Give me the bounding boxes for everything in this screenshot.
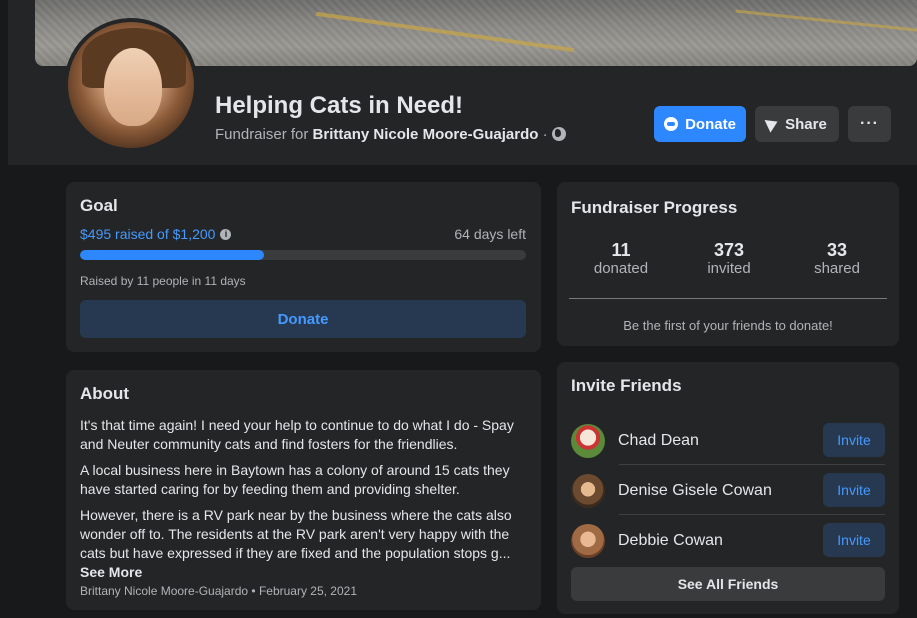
friend-row: Denise Gisele Cowan Invite [571, 472, 885, 516]
stat-value: 33 [826, 240, 848, 260]
organizer-avatar[interactable] [64, 18, 198, 152]
donate-icon [664, 117, 679, 131]
days-left: 64 days left [454, 226, 526, 242]
progress-note: Be the first of your friends to donate! [623, 318, 833, 333]
share-button[interactable]: Share [755, 106, 839, 142]
row-divider [619, 464, 885, 465]
about-text: It's that time again! I need your help t… [80, 416, 530, 589]
about-card: About It's that time again! I need your … [66, 370, 541, 610]
organizer-link[interactable]: Brittany Nicole Moore-Guajardo [313, 126, 539, 143]
fundraiser-subtitle: Fundraiser for Brittany Nicole Moore-Gua… [215, 126, 566, 143]
progress-card: Fundraiser Progress 11 donated 373 invit… [557, 182, 899, 346]
info-icon[interactable]: i [220, 228, 232, 240]
friend-avatar[interactable] [571, 424, 605, 458]
stat-value: 11 [611, 240, 631, 260]
about-meta: Brittany Nicole Moore-Guajardo • Februar… [80, 584, 358, 598]
goal-heading: Goal [80, 196, 118, 215]
raised-by-text: Raised by 11 people in 11 days [80, 274, 246, 288]
friend-name[interactable]: Debbie Cowan [618, 532, 723, 550]
about-paragraph: A local business here in Baytown has a c… [80, 462, 510, 497]
stat-value: 373 [713, 240, 745, 260]
stat-label: donated [593, 260, 649, 277]
share-arrow-icon [764, 115, 781, 133]
goal-donate-button[interactable]: Donate [80, 300, 526, 338]
raised-text: $495 raised of $1,200 [80, 226, 216, 242]
donate-button-label: Donate [685, 115, 736, 133]
progress-divider [569, 298, 887, 299]
stat-label: invited [707, 260, 751, 277]
progress-stats: 11 donated 373 invited 33 shared [571, 240, 887, 278]
about-heading: About [80, 384, 130, 403]
friend-row: Chad Dean Invite [571, 422, 885, 466]
invite-button[interactable]: Invite [823, 473, 885, 507]
raised-amount: $495 raised of $1,200 i [80, 226, 232, 242]
invite-button[interactable]: Invite [823, 523, 885, 557]
goal-progress-fill [80, 250, 264, 260]
more-options-button[interactable]: ··· [848, 106, 891, 142]
friend-row: Debbie Cowan Invite [571, 522, 885, 566]
invite-button[interactable]: Invite [823, 423, 885, 457]
see-all-friends-button[interactable]: See All Friends [571, 567, 885, 601]
subtitle-prefix: Fundraiser for [215, 126, 309, 143]
progress-heading: Fundraiser Progress [571, 198, 738, 217]
invite-friends-card: Invite Friends Chad Dean Invite Denise G… [557, 362, 899, 614]
subtitle-separator: · [542, 126, 548, 143]
friend-avatar[interactable] [571, 474, 605, 508]
friend-name[interactable]: Chad Dean [618, 432, 699, 450]
about-paragraph: However, there is a RV park near by the … [80, 506, 530, 582]
see-more-link[interactable]: See More [80, 564, 142, 580]
stat-invited: 373 invited [679, 240, 779, 278]
friend-name[interactable]: Denise Gisele Cowan [618, 482, 772, 500]
page-title: Helping Cats in Need! [215, 92, 464, 119]
stat-donated: 11 donated [571, 240, 671, 278]
about-paragraph-text: However, there is a RV park near by the … [80, 507, 512, 561]
stat-label: shared [814, 260, 860, 277]
invite-heading: Invite Friends [571, 376, 682, 395]
goal-card: Goal $495 raised of $1,200 i 64 days lef… [66, 182, 541, 352]
about-paragraph: It's that time again! I need your help t… [80, 417, 514, 452]
goal-progress-bar [80, 250, 526, 260]
row-divider [619, 514, 885, 515]
more-dots-icon: ··· [860, 115, 879, 132]
share-button-label: Share [785, 115, 827, 133]
friend-avatar[interactable] [571, 524, 605, 558]
stat-shared: 33 shared [787, 240, 887, 278]
donate-button[interactable]: Donate [654, 106, 746, 142]
globe-icon [551, 127, 566, 141]
